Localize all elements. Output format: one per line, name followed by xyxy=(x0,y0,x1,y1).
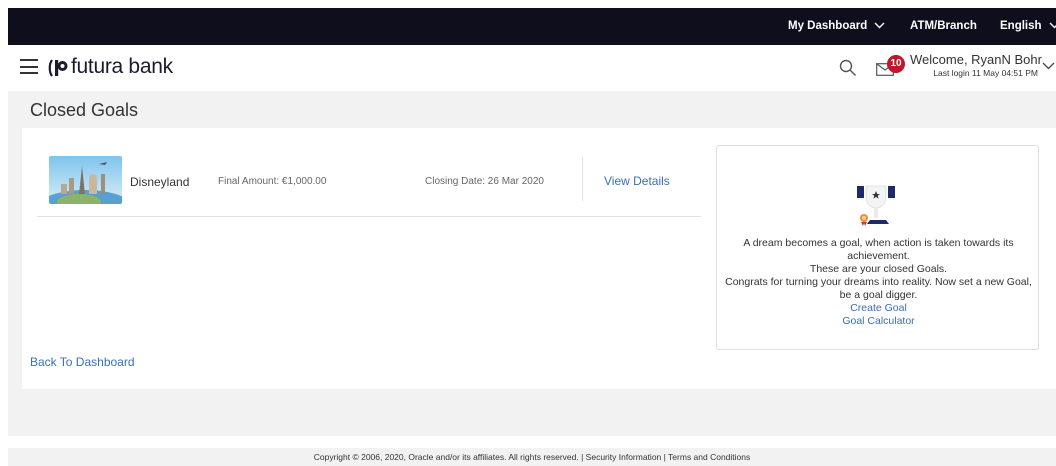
page-title: Closed Goals xyxy=(30,100,139,120)
atm-branch-link[interactable]: ATM/Branch xyxy=(910,8,977,45)
goal-closing-date: Closing Date: 26 Mar 2020 xyxy=(425,176,544,187)
notification-badge[interactable]: 10 xyxy=(887,55,905,73)
welcome-text: Welcome, RyanN Bohr xyxy=(910,52,1042,67)
goal-final-amount: Final Amount: €1,000.00 xyxy=(218,176,327,187)
last-login-text: Last login 11 May 04:51 PM xyxy=(933,68,1038,78)
info-message: A dream becomes a goal, when action is t… xyxy=(723,237,1034,328)
footer-copyright: Copyright © 2006, 2020, Oracle and/or it… xyxy=(8,448,1056,466)
divider xyxy=(582,157,583,201)
brand-name: futura bank xyxy=(71,55,173,78)
language-label: English xyxy=(1000,20,1042,32)
top-strip xyxy=(0,0,1056,8)
trophy-icon xyxy=(857,185,895,226)
futura-logo-icon xyxy=(48,59,68,77)
search-icon[interactable] xyxy=(839,59,857,77)
hamburger-menu-icon[interactable] xyxy=(20,59,38,74)
view-details-link[interactable]: View Details xyxy=(604,174,670,188)
my-dashboard-menu[interactable]: My Dashboard xyxy=(788,8,885,45)
app-header: futura bank 10 Welcome, RyanN Bohr Last … xyxy=(8,45,1056,91)
chevron-down-icon xyxy=(874,22,885,29)
back-to-dashboard-link[interactable]: Back To Dashboard xyxy=(30,355,135,369)
goal-row: Disneyland Final Amount: €1,000.00 Closi… xyxy=(37,149,701,217)
user-welcome[interactable]: Welcome, RyanN Bohr Last login 11 May 04… xyxy=(910,52,1042,78)
create-goal-link[interactable]: Create Goal xyxy=(723,302,1034,315)
language-menu[interactable]: English xyxy=(1000,8,1056,45)
top-navigation-bar: My Dashboard ATM/Branch English xyxy=(8,8,1056,45)
goal-image xyxy=(49,156,122,204)
goal-name: Disneyland xyxy=(130,175,190,189)
info-line-3: Congrats for turning your dreams into re… xyxy=(725,276,1032,301)
info-line-2: These are your closed Goals. xyxy=(809,263,948,275)
my-dashboard-label: My Dashboard xyxy=(788,20,868,32)
chevron-down-icon xyxy=(1049,22,1056,29)
info-line-1: A dream becomes a goal, when action is t… xyxy=(743,237,1014,262)
closed-goals-info-box: A dream becomes a goal, when action is t… xyxy=(716,145,1039,350)
goal-calculator-link[interactable]: Goal Calculator xyxy=(723,315,1034,328)
chevron-down-icon[interactable] xyxy=(1042,62,1055,70)
